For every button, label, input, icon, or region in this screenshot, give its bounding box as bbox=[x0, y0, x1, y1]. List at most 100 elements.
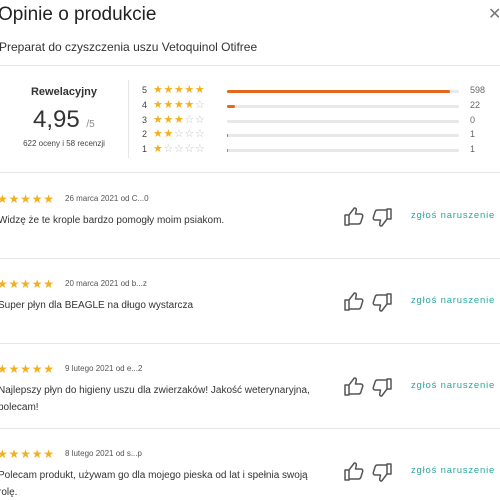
star-icon: ★ bbox=[43, 447, 55, 461]
score-max: /5 bbox=[86, 119, 95, 130]
average-score: 4,95 /5 bbox=[33, 106, 95, 134]
distribution-bar bbox=[227, 149, 459, 152]
ratings-count: 622 oceny i 58 recenzji bbox=[23, 139, 105, 148]
distribution-bar bbox=[227, 105, 459, 108]
star-icon: ★ bbox=[31, 192, 44, 206]
close-icon[interactable]: ✕ bbox=[488, 4, 500, 24]
rating-label: Rewelacyjny bbox=[30, 86, 98, 98]
star-icon: ★ bbox=[43, 362, 55, 376]
star-icon: ☆ bbox=[194, 114, 206, 126]
review-text: Super płyn dla BEAGLE na długo wystarcza bbox=[0, 300, 194, 311]
star-icon: ★ bbox=[20, 362, 32, 376]
star-icon: ★ bbox=[43, 277, 55, 291]
star-count: 1 bbox=[470, 129, 476, 139]
distribution-bar bbox=[227, 120, 459, 123]
distribution-bar-fill bbox=[227, 90, 450, 93]
star-icon: ☆ bbox=[173, 128, 185, 140]
star-level: 3 bbox=[142, 115, 148, 125]
star-icon: ★ bbox=[8, 362, 21, 376]
star-icon: ★ bbox=[153, 114, 164, 126]
review-meta: 9 lutego 2021 od e...2 bbox=[65, 364, 143, 373]
thumbs-up-icon[interactable] bbox=[343, 461, 365, 481]
distribution-row-4[interactable]: 4 ★★★★☆ 22 bbox=[140, 99, 500, 113]
star-icon: ★ bbox=[163, 84, 174, 96]
distribution-row-2[interactable]: 2 ★★☆☆☆ 1 bbox=[140, 128, 500, 142]
star-level: 2 bbox=[142, 129, 148, 139]
star-count: 598 bbox=[470, 85, 486, 95]
star-icon: ★ bbox=[8, 192, 21, 206]
divider bbox=[0, 343, 500, 344]
report-link[interactable]: zgłoś naruszenie bbox=[411, 380, 495, 391]
star-row: ★★★★☆ bbox=[153, 98, 205, 112]
star-row: ★★★☆☆ bbox=[153, 113, 205, 127]
distribution-bar-fill bbox=[227, 105, 236, 108]
star-count: 22 bbox=[470, 100, 481, 110]
star-icon: ★ bbox=[163, 114, 174, 126]
star-icon: ☆ bbox=[173, 143, 185, 155]
star-icon: ★ bbox=[8, 277, 21, 291]
star-row: ★★☆☆☆ bbox=[153, 127, 205, 141]
star-icon: ★ bbox=[43, 192, 55, 206]
star-icon: ★ bbox=[31, 447, 44, 461]
star-icon: ☆ bbox=[184, 143, 195, 155]
star-icon: ★ bbox=[163, 128, 174, 140]
star-icon: ☆ bbox=[194, 99, 206, 111]
report-link[interactable]: zgłoś naruszenie bbox=[411, 210, 495, 221]
star-icon: ★ bbox=[173, 99, 185, 111]
star-icon: ★ bbox=[0, 277, 9, 291]
star-count: 1 bbox=[470, 144, 476, 154]
divider bbox=[0, 258, 500, 259]
star-level: 4 bbox=[142, 100, 148, 110]
review-rating: ★★★★★ bbox=[0, 362, 55, 376]
star-icon: ★ bbox=[153, 143, 164, 155]
thumbs-up-icon[interactable] bbox=[343, 206, 365, 226]
thumbs-down-icon[interactable] bbox=[371, 378, 393, 398]
distribution-row-1[interactable]: 1 ★☆☆☆☆ 1 bbox=[140, 143, 500, 157]
thumbs-down-icon[interactable] bbox=[371, 463, 393, 483]
star-icon: ★ bbox=[184, 84, 195, 96]
star-icon: ★ bbox=[20, 447, 32, 461]
review-meta: 8 lutego 2021 od s...p bbox=[65, 449, 142, 458]
divider bbox=[0, 428, 500, 429]
star-icon: ★ bbox=[173, 84, 185, 96]
divider bbox=[0, 172, 500, 173]
star-icon: ☆ bbox=[184, 128, 195, 140]
star-row: ★☆☆☆☆ bbox=[153, 142, 205, 156]
report-link[interactable]: zgłoś naruszenie bbox=[411, 295, 495, 306]
distribution-bar bbox=[227, 90, 459, 93]
score-number: 4,95 bbox=[33, 106, 80, 133]
report-link[interactable]: zgłoś naruszenie bbox=[411, 465, 495, 476]
star-count: 0 bbox=[470, 115, 476, 125]
summary-divider bbox=[128, 80, 129, 158]
star-icon: ★ bbox=[0, 362, 9, 376]
star-icon: ★ bbox=[184, 99, 195, 111]
page-title: Opinie o produkcie bbox=[0, 4, 157, 25]
thumbs-up-icon[interactable] bbox=[343, 376, 365, 396]
star-icon: ★ bbox=[0, 192, 9, 206]
star-icon: ☆ bbox=[163, 143, 174, 155]
distribution-row-3[interactable]: 3 ★★★☆☆ 0 bbox=[140, 114, 500, 128]
review-text: Najlepszy płyn do higieny uszu dla zwier… bbox=[0, 385, 310, 413]
review-meta: 26 marca 2021 od C...0 bbox=[65, 194, 149, 203]
star-icon: ★ bbox=[173, 114, 185, 126]
review-meta: 20 marca 2021 od b...z bbox=[65, 279, 147, 288]
star-icon: ★ bbox=[0, 447, 9, 461]
product-name: Preparat do czyszczenia uszu Vetoquinol … bbox=[0, 40, 258, 54]
review-text: Widzę że te krople bardzo pomogły moim p… bbox=[0, 215, 225, 226]
review-rating: ★★★★★ bbox=[0, 192, 55, 206]
distribution-bar bbox=[227, 134, 459, 137]
review-text: Polecam produkt, używam go dla mojego pi… bbox=[0, 470, 308, 498]
review-rating: ★★★★★ bbox=[0, 277, 55, 291]
divider bbox=[0, 65, 500, 66]
review-rating: ★★★★★ bbox=[0, 447, 55, 461]
star-icon: ★ bbox=[153, 99, 164, 111]
distribution-row-5[interactable]: 5 ★★★★★ 598 bbox=[140, 84, 500, 98]
star-icon: ★ bbox=[8, 447, 21, 461]
star-icon: ★ bbox=[31, 277, 44, 291]
thumbs-down-icon[interactable] bbox=[371, 293, 393, 313]
star-icon: ☆ bbox=[194, 128, 206, 140]
star-icon: ☆ bbox=[184, 114, 195, 126]
thumbs-up-icon[interactable] bbox=[343, 291, 365, 311]
star-icon: ★ bbox=[153, 128, 164, 140]
thumbs-down-icon[interactable] bbox=[371, 208, 393, 228]
